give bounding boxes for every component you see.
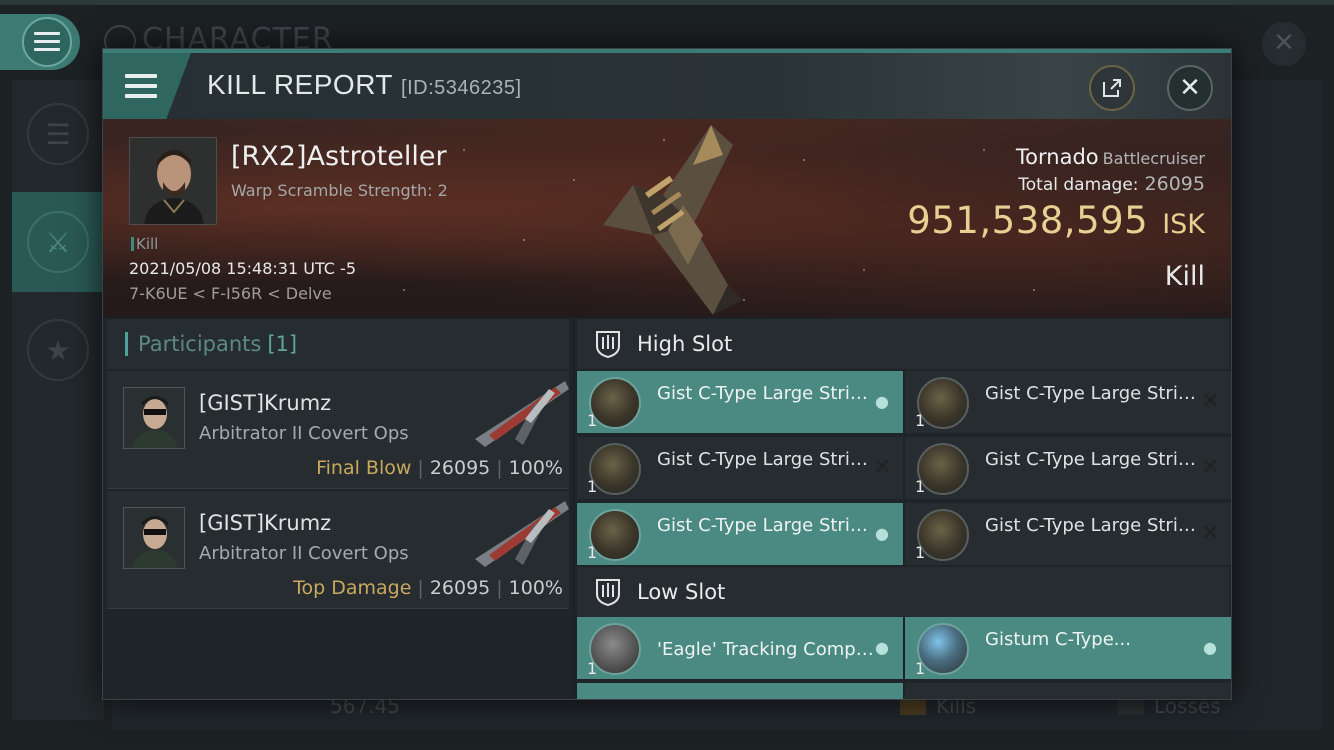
victim-name[interactable]: [RX2]Astroteller: [231, 141, 447, 172]
top-accent-line: [0, 0, 1334, 5]
participant-stats: Final Blow | 26095 | 100%: [316, 457, 563, 479]
kill-result-label: Kill: [1164, 261, 1205, 292]
high-slot-module[interactable]: 1 Gist C-Type Large Strike... ✕: [905, 503, 1231, 565]
kill-report-title: KILL REPORT [ID:5346235]: [207, 69, 522, 100]
kill-report-panel: KILL REPORT [ID:5346235] ✕ [RX2]Astrotel…: [102, 48, 1232, 700]
victim-ship[interactable]: Tornado Battlecruiser: [1016, 145, 1205, 169]
high-slot-module[interactable]: 1 Gist C-Type Large Strike... ✕: [905, 371, 1231, 433]
external-link-icon: [1103, 79, 1121, 97]
fitting-panel: High Slot 1 Gist C-Type Large Strike... …: [575, 319, 1231, 699]
kill-location[interactable]: 7-K6UE < F-I56R < Delve: [129, 284, 332, 303]
dropped-person-icon: ●: [875, 638, 889, 657]
hamburger-icon: [125, 74, 157, 98]
destroyed-x-icon: ✕: [1201, 521, 1220, 546]
low-slot-module-partial[interactable]: [577, 683, 903, 699]
destroyed-x-icon: ✕: [1201, 389, 1220, 414]
kill-report-header: KILL REPORT [ID:5346235] ✕: [103, 49, 1231, 119]
participant-ship: Arbitrator II Covert Ops: [199, 543, 409, 564]
participant-name[interactable]: [GIST]Krumz: [199, 511, 331, 535]
dropped-person-icon: ●: [1203, 638, 1217, 657]
low-slot-module-partial[interactable]: [905, 683, 1231, 699]
close-button[interactable]: ✕: [1167, 65, 1213, 111]
victim-warp-scramble: Warp Scramble Strength: 2: [231, 181, 448, 200]
low-slot-module[interactable]: 1 Gistum C-Type... ●: [905, 617, 1231, 679]
export-button[interactable]: [1089, 65, 1135, 111]
participant-stats: Top Damage | 26095 | 100%: [293, 577, 563, 599]
victim-kill-tag: Kill: [131, 235, 158, 253]
participants-panel: Participants [1] [GIST]Krumz Arbitrator I…: [103, 319, 573, 699]
kill-report-id: [ID:5346235]: [401, 77, 522, 99]
kill-report-menu-button[interactable]: [103, 53, 191, 119]
participant-ship: Arbitrator II Covert Ops: [199, 423, 409, 444]
participant-name[interactable]: [GIST]Krumz: [199, 391, 331, 415]
low-slot-header: Low Slot: [577, 567, 1229, 617]
low-slot-icon: [596, 579, 620, 607]
participants-header: Participants [1]: [107, 319, 569, 369]
high-slot-icon: [596, 331, 620, 359]
participant-row[interactable]: [GIST]Krumz Arbitrator II Covert Ops Fin…: [107, 371, 569, 489]
character-sidebar: ☰ ⚔ ★: [12, 80, 104, 720]
total-damage: Total damage: 26095: [1018, 173, 1205, 195]
dropped-person-icon: ●: [875, 524, 889, 543]
victim-ship-image[interactable]: [593, 125, 773, 315]
star-badge-icon: ★: [27, 319, 89, 381]
destroyed-x-icon: ✕: [873, 455, 892, 480]
crossed-swords-icon: ⚔: [27, 211, 89, 273]
destroyed-x-icon: ✕: [1201, 455, 1220, 480]
close-icon: ✕: [1179, 73, 1201, 103]
participant-ship-image: [475, 381, 569, 447]
high-slot-module[interactable]: 1 Gist C-Type Large Strike... ✕: [577, 437, 903, 499]
character-close-button[interactable]: ✕: [1262, 22, 1306, 66]
participant-ship-image: [475, 501, 569, 567]
victim-banner: [RX2]Astroteller Warp Scramble Strength:…: [103, 119, 1231, 317]
menu-icon: [22, 17, 72, 67]
high-slot-header: High Slot: [577, 319, 1229, 369]
kill-datetime: 2021/05/08 15:48:31 UTC -5: [129, 259, 357, 278]
sidebar-list-button[interactable]: ☰: [12, 84, 104, 184]
participant-row[interactable]: [GIST]Krumz Arbitrator II Covert Ops Top…: [107, 491, 569, 609]
high-slot-module[interactable]: 1 Gist C-Type Large Strike... ●: [577, 371, 903, 433]
sidebar-medals-button[interactable]: ★: [12, 300, 104, 400]
high-slot-module[interactable]: 1 Gist C-Type Large Strike... ●: [577, 503, 903, 565]
sidebar-killmails-button[interactable]: ⚔: [12, 192, 104, 292]
list-icon: ☰: [27, 103, 89, 165]
participant-avatar: [123, 387, 185, 449]
main-menu-button[interactable]: [0, 14, 80, 70]
low-slot-module[interactable]: 1 'Eagle' Tracking Computer ●: [577, 617, 903, 679]
isk-value: 951,538,595 ISK: [907, 199, 1205, 242]
victim-portrait[interactable]: [129, 137, 217, 225]
dropped-person-icon: ●: [875, 392, 889, 411]
high-slot-module[interactable]: 1 Gist C-Type Large Strike... ✕: [905, 437, 1231, 499]
participant-avatar: [123, 507, 185, 569]
